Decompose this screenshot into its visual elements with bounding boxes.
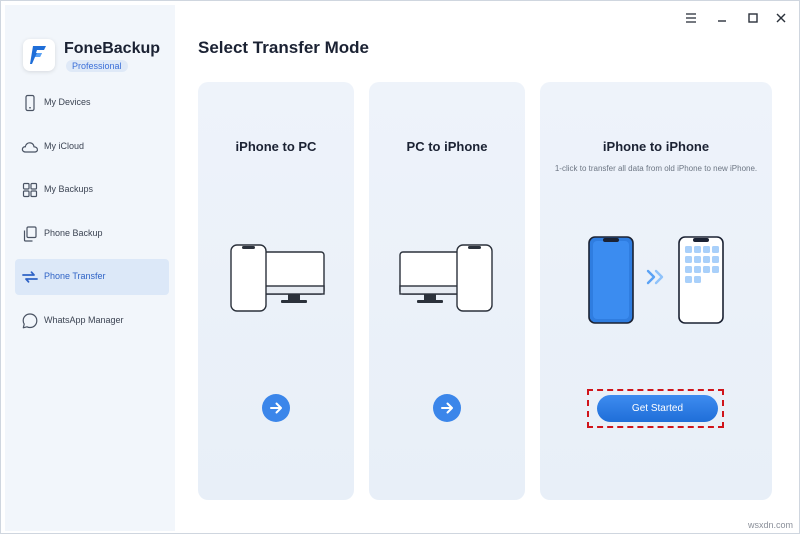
app-logo-icon [23, 39, 55, 71]
sidebar-item-my-devices[interactable]: My Devices [15, 85, 169, 121]
watermark: wsxdn.com [747, 520, 793, 530]
arrow-right-icon [441, 402, 453, 414]
maximize-icon[interactable] [743, 9, 763, 27]
sidebar: FoneBackup Professional My Devices My iC… [5, 5, 175, 531]
card-iphone-to-pc[interactable]: iPhone to PC [198, 82, 354, 500]
transfer-icon [22, 271, 38, 283]
iphone-to-iphone-illustration [588, 236, 724, 324]
arrow-right-button[interactable] [262, 394, 290, 422]
arrow-right-icon [270, 402, 282, 414]
cloud-icon [21, 141, 39, 153]
card-title: PC to iPhone [406, 139, 488, 154]
sidebar-item-label: My Devices [44, 97, 91, 107]
app-window: FoneBackup Professional My Devices My iC… [0, 0, 800, 534]
sidebar-item-label: My Backups [44, 184, 94, 194]
get-started-button[interactable]: Get Started [597, 395, 718, 422]
page-title: Select Transfer Mode [198, 38, 370, 57]
sidebar-item-my-icloud[interactable]: My iCloud [15, 129, 169, 165]
arrow-right-button[interactable] [433, 394, 461, 422]
sidebar-nav: My Devices My iCloud My Backups Phone Ba… [15, 85, 169, 346]
copy-icon [23, 225, 37, 242]
sidebar-item-my-backups[interactable]: My Backups [15, 172, 169, 208]
card-description: 1-click to transfer all data from old iP… [554, 164, 758, 173]
app-tier-badge: Professional [66, 60, 128, 72]
sidebar-item-label: Phone Transfer [44, 271, 106, 281]
whatsapp-icon [22, 312, 38, 328]
iphone-to-pc-illustration [230, 244, 325, 312]
card-pc-to-iphone[interactable]: PC to iPhone [369, 82, 525, 500]
get-started-highlight: Get Started [587, 389, 724, 428]
card-title: iPhone to iPhone [602, 139, 710, 154]
card-title: iPhone to PC [235, 139, 317, 154]
pc-to-iphone-illustration [399, 244, 493, 312]
sidebar-item-label: Phone Backup [44, 227, 103, 238]
sidebar-item-whatsapp-manager[interactable]: WhatsApp Manager [15, 303, 169, 339]
grid-icon [22, 182, 38, 198]
app-name: FoneBackup [64, 40, 161, 57]
phone-icon [25, 94, 35, 112]
menu-icon[interactable] [681, 9, 701, 27]
close-icon[interactable] [771, 9, 791, 27]
sidebar-item-phone-transfer[interactable]: Phone Transfer [15, 259, 169, 295]
sidebar-item-label: My iCloud [44, 140, 85, 151]
sidebar-item-phone-backup[interactable]: Phone Backup [15, 216, 169, 252]
card-iphone-to-iphone[interactable]: iPhone to iPhone 1-click to transfer all… [540, 82, 772, 500]
sidebar-item-label: WhatsApp Manager [44, 314, 124, 325]
minimize-icon[interactable] [712, 9, 732, 27]
